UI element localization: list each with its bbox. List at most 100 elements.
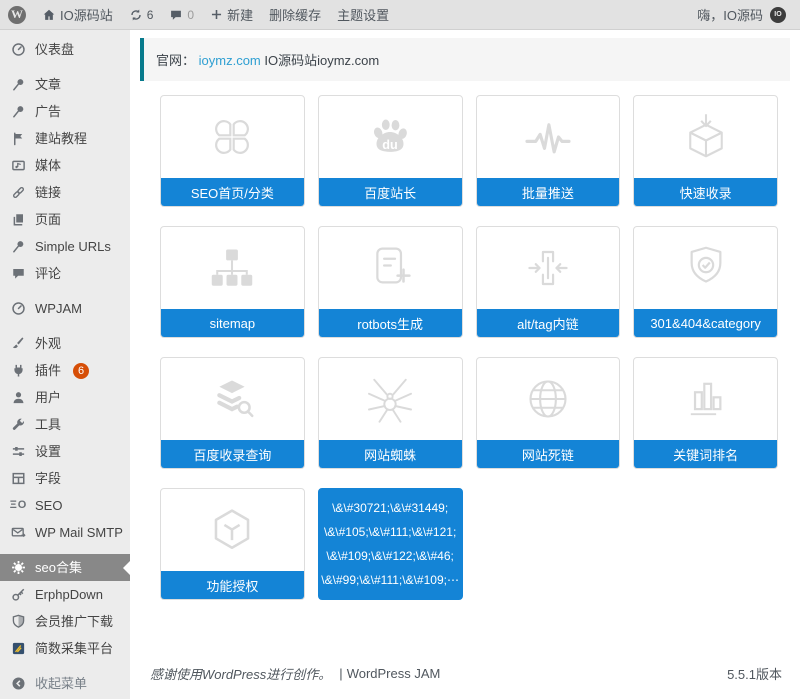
user-icon: [10, 389, 27, 406]
content-area: 官网： ioymz.com IO源码站ioymz.com SEO首页/分类du百…: [130, 30, 800, 699]
sidebar-item-wp-mail-smtp[interactable]: WP Mail SMTP: [0, 519, 130, 546]
sidebar-item-label: 广告: [35, 103, 61, 120]
sidebar-item-media[interactable]: 媒体: [0, 152, 130, 179]
card-keyword-rank[interactable]: 关键词排名: [633, 357, 778, 469]
sidebar-item-label: 页面: [35, 211, 61, 228]
svg-text:du: du: [382, 138, 397, 152]
gauge-icon: [10, 300, 27, 317]
sidebar-item-plugins[interactable]: 插件 6: [0, 357, 130, 384]
plugin-update-badge: 6: [73, 363, 89, 379]
sidebar-item-jianshu-collector[interactable]: 简数采集平台: [0, 635, 130, 662]
pulse-icon: [477, 96, 620, 178]
footer: 感谢使用WordPress进行创作。 | WordPress JAM 5.5.1…: [130, 654, 800, 699]
comment-icon: [10, 265, 27, 282]
refresh-icon: [129, 8, 143, 22]
admin-bar: W IO源码站 6 0 新建 删除缓存 主题设置 嗨，IO源码 IO: [0, 0, 800, 30]
comment-count: 0: [187, 8, 194, 22]
new-content-label: 新建: [227, 5, 253, 24]
card-seo-home-category[interactable]: SEO首页/分类: [160, 95, 305, 207]
official-site-link[interactable]: ioymz.com: [199, 53, 261, 68]
gauge-icon: [10, 41, 27, 58]
sidebar-item-label: 媒体: [35, 157, 61, 174]
card-label: 301&404&category: [634, 309, 777, 337]
card-robots-generate[interactable]: rotbots生成: [318, 226, 463, 338]
card-site-spider[interactable]: 网站蜘蛛: [318, 357, 463, 469]
plus-icon: [210, 8, 223, 21]
notice-suffix: IO源码站ioymz.com: [261, 53, 379, 68]
clear-cache-button[interactable]: 删除缓存: [261, 0, 329, 29]
sidebar-item-label: 建站教程: [35, 130, 87, 147]
card-label: SEO首页/分类: [161, 178, 304, 206]
mail-icon: [10, 524, 27, 541]
main-layout: 仪表盘文章广告建站教程媒体链接页面 Simple URLs评论 WPJAM 外观插件 6…: [0, 30, 800, 699]
sidebar-item-label: 会员推广下载: [35, 613, 113, 630]
greeting-text: 嗨，IO源码: [697, 5, 763, 24]
pin-icon: [10, 238, 27, 255]
sidebar-item-label: 简数采集平台: [35, 640, 113, 657]
site-link[interactable]: IO源码站: [34, 0, 121, 29]
card-entity-card[interactable]: \&\#30721;\&\#31449;\&\#105;\&\#111;\&\#…: [318, 488, 463, 600]
gear-icon: [10, 559, 27, 576]
sidebar-item-users[interactable]: 用户: [0, 384, 130, 411]
media-icon: [10, 157, 27, 174]
doc-plus-icon: [319, 227, 462, 309]
sitemap-icon: [161, 227, 304, 309]
pages-icon: [10, 211, 27, 228]
sidebar-item-pages[interactable]: 页面: [0, 206, 130, 233]
sidebar-item-simple-urls[interactable]: Simple URLs: [0, 233, 130, 260]
card-label: 关键词排名: [634, 440, 777, 468]
sidebar-item-dashboard[interactable]: 仪表盘: [0, 36, 130, 63]
sidebar-item-site-tutorials[interactable]: 建站教程: [0, 125, 130, 152]
sidebar-item-tools[interactable]: 工具: [0, 411, 130, 438]
card-baidu-include-query[interactable]: 百度收录查询: [160, 357, 305, 469]
sidebar-item-settings[interactable]: 设置: [0, 438, 130, 465]
card-redirect-301-404[interactable]: 301&404&category: [633, 226, 778, 338]
sidebar-item-links[interactable]: 链接: [0, 179, 130, 206]
card-batch-push[interactable]: 批量推送: [476, 95, 621, 207]
home-icon: [42, 8, 56, 22]
link-icon: [10, 184, 27, 201]
theme-settings-button[interactable]: 主题设置: [329, 0, 397, 29]
avatar: IO: [770, 7, 786, 23]
collapse-icon: [10, 675, 27, 692]
card-fast-include[interactable]: 快速收录: [633, 95, 778, 207]
sidebar-item-erphpdown[interactable]: ErphpDown: [0, 581, 130, 608]
wordpress-menu[interactable]: W: [0, 0, 34, 29]
sidebar-item-appearance[interactable]: 外观: [0, 330, 130, 357]
sidebar-item-fields[interactable]: 字段: [0, 465, 130, 492]
site-name: IO源码站: [60, 5, 113, 24]
sidebar-item-label: 插件: [35, 362, 61, 379]
sidebar-item-seo-collection[interactable]: seo合集: [0, 554, 130, 581]
layers-search-icon: [161, 358, 304, 440]
card-label: alt/tag内链: [477, 309, 620, 337]
seo-logo-icon: ΞO: [10, 497, 27, 514]
new-content-button[interactable]: 新建: [202, 0, 261, 29]
card-alt-tag-innerlink[interactable]: alt/tag内链: [476, 226, 621, 338]
sidebar-item-label: 文章: [35, 76, 61, 93]
key-icon: [10, 586, 27, 603]
sidebar-item-wpjam[interactable]: WPJAM: [0, 295, 130, 322]
sidebar-item-collapse-menu[interactable]: 收起菜单: [0, 670, 130, 697]
card-site-deadlink[interactable]: 网站死链: [476, 357, 621, 469]
card-function-license[interactable]: 功能授权: [160, 488, 305, 600]
footer-jam-text: WordPress JAM: [347, 666, 441, 681]
sidebar-item-comments[interactable]: 评论: [0, 260, 130, 287]
card-sitemap[interactable]: sitemap: [160, 226, 305, 338]
sidebar-item-posts[interactable]: 文章: [0, 71, 130, 98]
update-count: 6: [147, 8, 154, 22]
table-icon: [10, 470, 27, 487]
comments-indicator[interactable]: 0: [161, 0, 202, 29]
updates-indicator[interactable]: 6: [121, 0, 162, 29]
card-baidu-webmaster[interactable]: du百度站长: [318, 95, 463, 207]
sidebar-item-ads[interactable]: 广告: [0, 98, 130, 125]
entity-line: \&\#30721;\&\#31449;: [321, 501, 460, 515]
bar-chart-icon: [634, 358, 777, 440]
account-menu[interactable]: 嗨，IO源码 IO: [697, 5, 800, 24]
footer-thanks-link[interactable]: 感谢使用WordPress进行创作。: [150, 664, 331, 683]
sidebar-item-seo[interactable]: ΞOSEO: [0, 492, 130, 519]
sidebar-item-member-promo-download[interactable]: 会员推广下载: [0, 608, 130, 635]
sidebar-item-label: 收起菜单: [35, 675, 87, 692]
globe-icon: [477, 358, 620, 440]
sliders-icon: [10, 443, 27, 460]
sidebar-item-label: 字段: [35, 470, 61, 487]
